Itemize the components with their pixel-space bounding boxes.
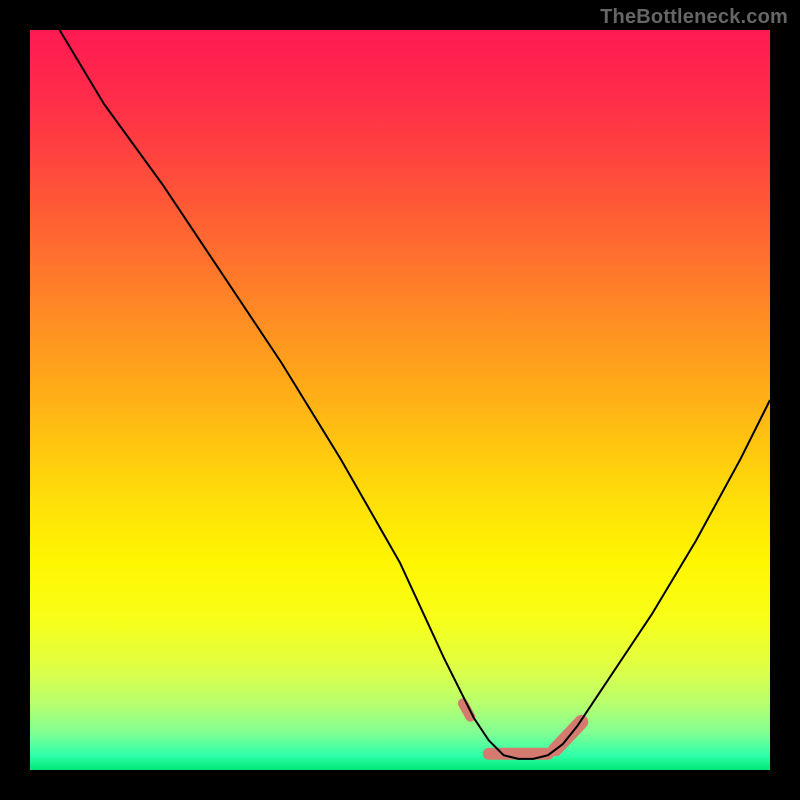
chart-stage: TheBottleneck.com: [0, 0, 800, 800]
bottleneck-curve: [60, 30, 770, 759]
watermark-text: TheBottleneck.com: [600, 6, 788, 29]
plot-area: [30, 30, 770, 770]
chart-svg: [30, 30, 770, 770]
